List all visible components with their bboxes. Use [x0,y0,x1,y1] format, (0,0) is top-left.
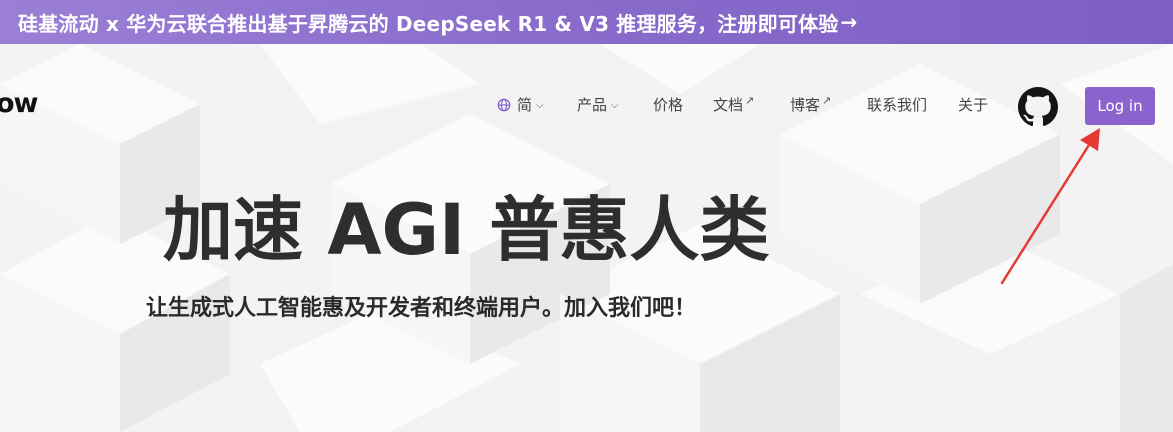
chevron-down-icon: ⌵ [536,100,544,111]
github-icon[interactable] [1018,87,1058,127]
language-selector[interactable]: 简 ⌵ [497,94,544,115]
nav-docs-label: 文档 [713,96,744,114]
nav-about-label: 关于 [958,96,989,114]
nav-contact-label: 联系我们 [867,96,928,114]
annotation-arrow [1000,128,1100,285]
banner-arrow-icon: → [840,10,858,34]
nav-pricing[interactable]: 价格 [653,94,683,115]
nav-about[interactable]: 关于 [958,94,988,115]
language-label: 简 [517,96,533,114]
nav-products-label: 产品 [577,96,608,114]
external-link-icon: ↗ [745,94,755,107]
chevron-down-icon: ⌵ [611,100,619,111]
brand-logo[interactable]: ow [0,88,38,119]
announcement-banner[interactable]: 硅基流动 x 华为云联合推出基于昇腾云的 DeepSeek R1 & V3 推理… [0,0,1173,44]
nav-products[interactable]: 产品 ⌵ [577,94,619,115]
hero-title: 加速 AGI 普惠人类 [163,189,770,271]
nav-docs[interactable]: 文档 ↗ [713,94,754,115]
nav-pricing-label: 价格 [653,96,684,114]
globe-icon [497,98,511,111]
external-link-icon: ↗ [822,94,832,107]
login-button[interactable]: Log in [1085,87,1155,125]
nav-blog-label: 博客 [790,96,821,114]
nav-blog[interactable]: 博客 ↗ [790,94,831,115]
banner-text[interactable]: 硅基流动 x 华为云联合推出基于昇腾云的 DeepSeek R1 & V3 推理… [18,8,838,37]
nav-contact[interactable]: 联系我们 [867,94,927,115]
hero-subtitle: 让生成式人工智能惠及开发者和终端用户。加入我们吧！ [146,296,697,321]
